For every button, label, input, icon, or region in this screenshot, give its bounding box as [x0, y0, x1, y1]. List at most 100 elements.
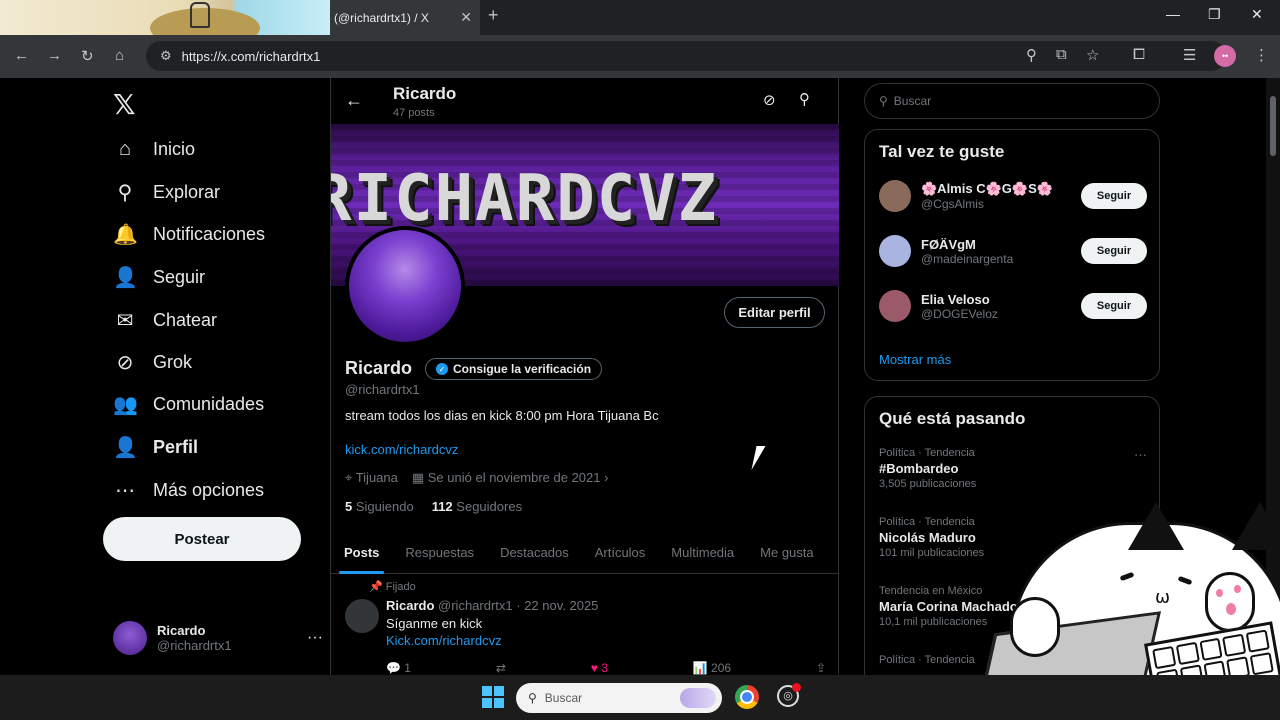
like-button[interactable]: ♥ 3 — [591, 661, 608, 675]
reply-button[interactable]: 💬 1 — [386, 661, 411, 675]
close-window-button[interactable]: ✕ — [1251, 6, 1263, 23]
reply-icon: 💬 — [386, 661, 405, 675]
forward-arrow-icon[interactable]: → — [47, 47, 62, 64]
tweet-link[interactable]: Kick.com/richardcvz — [386, 633, 502, 648]
avatar — [113, 621, 147, 655]
suggestion-item[interactable]: 🌸Almis C🌸G🌸S🌸 @CgsAlmis Seguir — [879, 176, 1147, 216]
back-arrow-icon[interactable]: ← — [345, 90, 363, 111]
edit-profile-button[interactable]: Editar perfil — [724, 297, 825, 328]
pin-icon: 📌 — [369, 581, 386, 593]
install-icon[interactable]: ⧉ — [1056, 46, 1067, 63]
new-tab-button[interactable]: + — [488, 5, 499, 26]
zoom-icon[interactable]: ⚲ — [1026, 46, 1037, 64]
nav-item-communities[interactable]: 👥 Comunidades — [113, 389, 264, 419]
trend-count: 3,505 publicaciones — [879, 478, 977, 490]
minimize-button[interactable]: — — [1166, 6, 1180, 22]
restore-button[interactable]: ❐ — [1208, 6, 1221, 23]
home-icon[interactable]: ⌂ — [115, 47, 124, 64]
post-button[interactable]: Postear — [103, 517, 301, 561]
get-verified-button[interactable]: ✓ Consigue la verificación — [425, 358, 603, 380]
media-icon[interactable]: ☰ — [1183, 46, 1196, 64]
tweet-actions: 💬 1 ⇄ ♥ 3 📊 206 ⇪ — [386, 661, 826, 675]
nav-item-grok[interactable]: ⊘ Grok — [113, 347, 192, 377]
profile-tabs: Posts Respuestas Destacados Artículos Mu… — [331, 530, 839, 574]
paw-bean — [1216, 589, 1223, 597]
extensions-icon[interactable]: ⧠ — [1133, 46, 1145, 63]
profile-handle: @richardrtx1 — [345, 382, 420, 397]
bookmark-star-icon[interactable]: ☆ — [1086, 46, 1099, 64]
views-button[interactable]: 📊 206 — [693, 661, 731, 675]
more-options-icon[interactable]: ··· — [1134, 447, 1147, 462]
join-date[interactable]: ▦ Se unió el noviembre de 2021 › — [412, 470, 609, 486]
tab-media[interactable]: Multimedia — [658, 530, 747, 574]
profile-meta: ⌖ Tijuana ▦ Se unió el noviembre de 2021… — [345, 470, 608, 486]
suggestion-item[interactable]: Elia Veloso @DOGEVeloz Seguir — [879, 286, 1147, 326]
show-more-link[interactable]: Mostrar más — [879, 352, 951, 367]
profile-link[interactable]: kick.com/richardcvz — [345, 442, 458, 457]
follow-stats: 5 Siguiendo 112 Seguidores — [345, 499, 522, 514]
followers-link[interactable]: 112 Seguidores — [432, 499, 522, 514]
nav-item-more[interactable]: ⋯ Más opciones — [113, 475, 264, 505]
back-arrow-icon[interactable]: ← — [14, 47, 29, 64]
get-verified-label: Consigue la verificación — [453, 362, 592, 376]
nav-item-follow[interactable]: 👤 Seguir — [113, 262, 205, 292]
pinned-label: 📌 Fijado — [369, 580, 416, 593]
profile-avatar[interactable] — [345, 226, 465, 346]
tab-highlights[interactable]: Destacados — [487, 530, 582, 574]
cat-mouth: ω — [1155, 587, 1171, 608]
address-url[interactable]: https://x.com/richardrtx1 — [182, 49, 321, 64]
account-switcher[interactable]: Ricardo @richardrtx1 ··· — [113, 618, 323, 658]
tab-articles[interactable]: Artículos — [582, 530, 659, 574]
suggestion-name: Elia Veloso — [921, 291, 990, 307]
nav-item-home[interactable]: ⌂ Inicio — [113, 134, 195, 164]
paw-bean — [1226, 603, 1236, 615]
following-count: 5 — [345, 499, 353, 514]
tab-replies[interactable]: Respuestas — [392, 530, 487, 574]
start-button[interactable] — [482, 686, 504, 708]
more-options-icon[interactable]: ··· — [307, 629, 323, 647]
tweet-author[interactable]: Ricardo — [386, 598, 434, 613]
nav-item-label: Grok — [153, 351, 193, 372]
banner-text: RICHARDCVZ — [331, 162, 719, 236]
menu-icon[interactable]: ⋮ — [1254, 46, 1269, 64]
search-input[interactable]: ⚲ Buscar — [864, 83, 1160, 119]
grok-icon[interactable]: ⊘ — [763, 91, 776, 109]
trend-item[interactable]: Política · Tendencia #Bombardeo 3,505 pu… — [879, 447, 1147, 490]
nav-item-notifications[interactable]: 🔔 Notificaciones — [113, 219, 265, 249]
tab-posts[interactable]: Posts — [331, 530, 392, 574]
suggestion-item[interactable]: FØÄVgM @madeinargenta Seguir — [879, 231, 1147, 271]
nav-item-chat[interactable]: ✉ Chatear — [113, 305, 217, 335]
scrollbar-thumb[interactable] — [1270, 96, 1276, 156]
nav-item-profile[interactable]: 👤 Perfil — [113, 432, 198, 462]
avatar[interactable] — [345, 599, 379, 633]
follow-button[interactable]: Seguir — [1081, 238, 1147, 264]
nav-item-label: Perfil — [153, 436, 199, 457]
profile-avatar[interactable]: •• — [1214, 45, 1236, 67]
x-logo-icon[interactable]: 𝕏 — [113, 88, 136, 121]
avatar-image — [349, 230, 461, 342]
views-icon: 📊 — [692, 661, 712, 675]
active-tab[interactable]: (@richardrtx1) / X ✕ — [330, 0, 480, 35]
tab-close-icon[interactable]: ✕ — [460, 9, 472, 26]
site-settings-icon[interactable]: ⚙ — [160, 48, 172, 64]
share-icon[interactable]: ⇪ — [816, 661, 826, 675]
following-link[interactable]: 5 Siguiendo — [345, 499, 414, 514]
chrome-taskbar-icon[interactable] — [735, 685, 759, 709]
tab-likes[interactable]: Me gusta — [747, 530, 826, 574]
pinned-text: Fijado — [385, 581, 416, 593]
browser-tab-strip: (@richardrtx1) / X ✕ + — ❐ ✕ — [0, 0, 1280, 35]
follow-button[interactable]: Seguir — [1081, 183, 1147, 209]
nav-item-label: Chatear — [153, 309, 218, 330]
reload-icon[interactable]: ↻ — [81, 47, 94, 65]
search-icon[interactable]: ⚲ — [799, 90, 810, 108]
followers-label: Seguidores — [456, 499, 523, 514]
taskbar-search-input[interactable]: ⚲ Buscar — [516, 683, 722, 713]
who-to-follow-panel: Tal vez te guste 🌸Almis C🌸G🌸S🌸 @CgsAlmis… — [864, 129, 1160, 381]
follow-button[interactable]: Seguir — [1081, 293, 1147, 319]
retweet-button[interactable]: ⇄ — [496, 661, 506, 675]
nav-item-explore[interactable]: ⚲ Explorar — [113, 177, 220, 207]
app-taskbar-icon[interactable]: ◎ — [777, 683, 801, 707]
inactive-tab-artwork[interactable] — [0, 0, 330, 35]
heart-icon: ♥ — [590, 661, 602, 675]
profile-bio: stream todos los dias en kick 8:00 pm Ho… — [345, 408, 659, 423]
